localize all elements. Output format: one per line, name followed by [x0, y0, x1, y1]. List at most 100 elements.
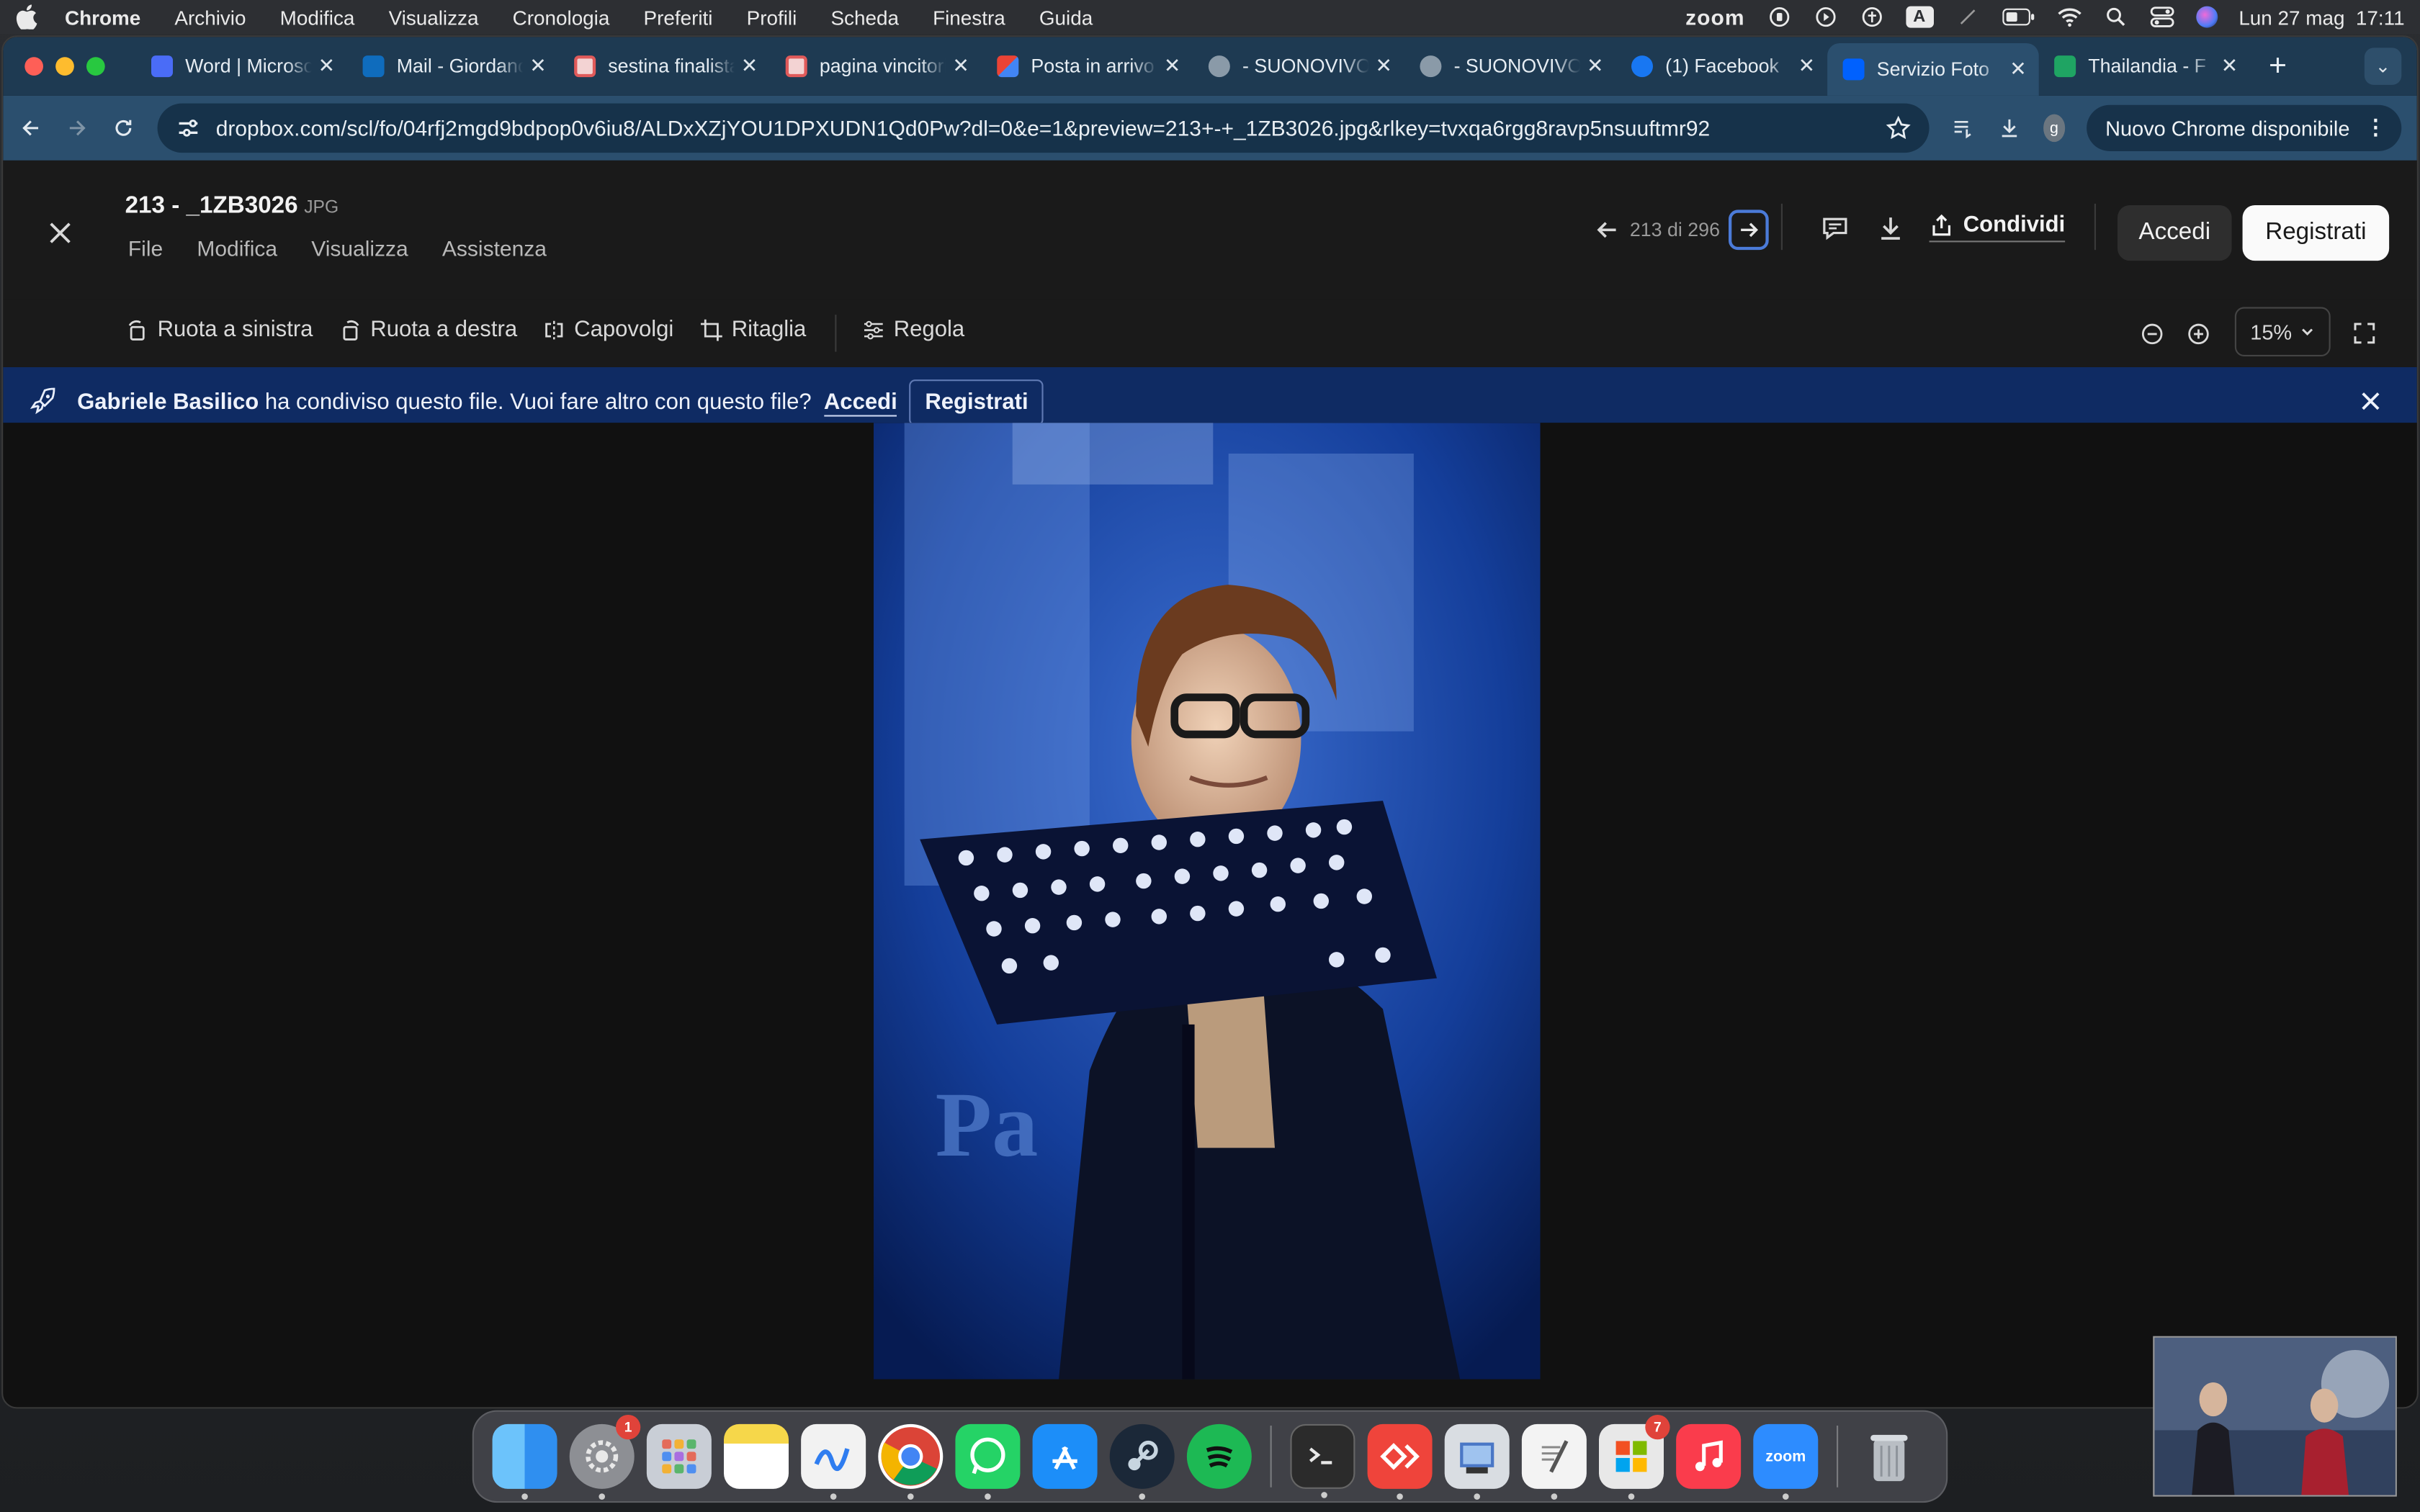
tab-search-chevron-icon[interactable]: ⌄ [2364, 48, 2402, 85]
dock-anydesk-icon[interactable] [1367, 1423, 1433, 1500]
menu-preferiti[interactable]: Preferiti [644, 6, 713, 29]
chrome-update-button[interactable]: Nuovo Chrome disponibile ⋮ [2087, 104, 2402, 151]
zoom-out-icon[interactable] [2141, 323, 2164, 346]
comment-icon[interactable] [1819, 213, 1850, 244]
play-icon[interactable] [1813, 6, 1837, 28]
spotlight-search-icon[interactable] [2103, 6, 2128, 28]
window-close-button[interactable] [24, 57, 43, 76]
tab-pagina-vincitori[interactable]: pagina vincitori ✕ [770, 43, 982, 89]
dock-textedit-icon[interactable] [1521, 1423, 1587, 1500]
dock-launchpad-icon[interactable] [646, 1423, 712, 1489]
tab-close-icon[interactable]: ✕ [741, 54, 758, 78]
tab-close-icon[interactable]: ✕ [2221, 54, 2238, 78]
next-file-button[interactable] [1729, 210, 1770, 251]
tab-close-icon[interactable]: ✕ [1375, 54, 1392, 78]
profile-avatar[interactable]: g [2043, 114, 2066, 143]
menu-chrome[interactable]: Chrome [65, 6, 140, 29]
tab-close-icon[interactable]: ✕ [318, 54, 335, 78]
new-tab-plus-icon[interactable]: + [2269, 49, 2287, 84]
address-bar[interactable]: dropbox.com/scl/fo/04rfj2mgd9bdpop0v6iu8… [157, 103, 1930, 153]
crop-button[interactable]: Ritaglia [700, 318, 806, 343]
tab-close-icon[interactable]: ✕ [2009, 57, 2026, 81]
menu-guida[interactable]: Guida [1039, 6, 1093, 29]
back-arrow-icon[interactable] [19, 112, 43, 143]
dock-freeform-icon[interactable] [801, 1423, 866, 1500]
zoom-select[interactable]: 15% [2234, 307, 2331, 356]
tab-mail[interactable]: Mail - Giordano ✕ [347, 43, 559, 89]
flip-button[interactable]: Capovolgi [543, 318, 673, 343]
rotate-right-button[interactable]: Ruota a destra [339, 318, 517, 343]
dock-microsoft-office-icon[interactable]: 7 [1599, 1414, 1670, 1500]
menu-modifica-viewer[interactable]: Modifica [197, 236, 277, 261]
siri-icon[interactable] [2195, 6, 2218, 28]
tab-sestina[interactable]: sestina finalista ✕ [559, 43, 771, 89]
zoom-in-icon[interactable] [2187, 323, 2210, 346]
reading-list-icon[interactable] [1950, 112, 1975, 143]
tab-close-icon[interactable]: ✕ [1164, 54, 1180, 78]
tab-dropbox-active[interactable]: Servizio Foto ✕ [1827, 43, 2039, 96]
banner-close-icon[interactable] [2358, 389, 2383, 413]
tab-word[interactable]: Word | Microsoft ✕ [136, 43, 348, 89]
dock-spotify-icon[interactable] [1186, 1423, 1252, 1489]
window-minimize-button[interactable] [55, 57, 74, 76]
circle-status-icon[interactable] [1767, 6, 1791, 28]
banner-login-link[interactable]: Accedi [823, 390, 897, 416]
share-button[interactable]: Condividi [1929, 213, 2066, 243]
dock-notes-icon[interactable] [723, 1423, 789, 1489]
wifi-icon[interactable] [2056, 6, 2081, 28]
site-settings-icon[interactable] [176, 116, 200, 140]
battery-icon[interactable] [2001, 6, 2035, 28]
dock-whatsapp-icon[interactable] [955, 1423, 1021, 1500]
kebab-menu-icon[interactable]: ⋮ [2365, 116, 2386, 140]
pen-slash-icon[interactable] [1955, 6, 1979, 28]
rotate-left-button[interactable]: Ruota a sinistra [127, 318, 313, 343]
tab-close-icon[interactable]: ✕ [1587, 54, 1603, 78]
dock-terminal-icon[interactable] [1290, 1423, 1355, 1498]
dock-chrome-icon[interactable] [878, 1423, 944, 1500]
accessibility-icon[interactable] [1859, 6, 1883, 28]
menubar-clock[interactable]: Lun 27 mag 17:11 [2238, 6, 2404, 29]
video-thumbnail[interactable] [2153, 1336, 2397, 1497]
banner-signup-button[interactable]: Registrati [909, 379, 1044, 426]
fullscreen-icon[interactable] [2352, 321, 2377, 346]
tab-close-icon[interactable]: ✕ [529, 54, 546, 78]
dock-music-icon[interactable] [1676, 1423, 1742, 1489]
dock-steam-icon[interactable] [1109, 1423, 1175, 1500]
tab-suonovivo-1[interactable]: - SUONOVIVO ✕ [1193, 43, 1404, 89]
menu-visualizza[interactable]: Visualizza [389, 6, 479, 29]
dock-trash-icon[interactable] [1857, 1424, 1922, 1489]
url-text[interactable]: dropbox.com/scl/fo/04rfj2mgd9bdpop0v6iu8… [216, 116, 1870, 140]
menu-file[interactable]: File [128, 236, 163, 261]
menu-modifica[interactable]: Modifica [280, 6, 355, 29]
adjust-button[interactable]: Regola [863, 318, 964, 343]
bookmark-star-icon[interactable] [1886, 115, 1911, 140]
tab-close-icon[interactable]: ✕ [1798, 54, 1815, 78]
tab-suonovivo-2[interactable]: - SUONOVIVO ✕ [1404, 43, 1616, 89]
tab-close-icon[interactable]: ✕ [952, 54, 969, 78]
forward-arrow-icon[interactable] [65, 112, 89, 143]
menu-archivio[interactable]: Archivio [174, 6, 246, 29]
dock-finder-icon[interactable] [492, 1423, 557, 1500]
menu-assistenza[interactable]: Assistenza [442, 236, 547, 261]
menu-finestra[interactable]: Finestra [933, 6, 1005, 29]
zoom-status-item[interactable]: zoom [1685, 4, 1745, 29]
dock-app-store-icon[interactable] [1032, 1423, 1098, 1489]
close-viewer-icon[interactable] [43, 216, 77, 250]
tab-sheets[interactable]: Thailandia - F ✕ [2039, 43, 2251, 89]
reload-icon[interactable] [111, 112, 135, 143]
previous-file-arrow-icon[interactable] [1592, 216, 1621, 244]
dock-preview-icon[interactable] [1444, 1423, 1510, 1500]
menu-scheda[interactable]: Scheda [830, 6, 898, 29]
menu-cronologia[interactable]: Cronologia [513, 6, 610, 29]
download-icon[interactable] [1876, 213, 1906, 244]
dock-system-settings-icon[interactable]: 1 [569, 1414, 641, 1500]
window-zoom-button[interactable] [86, 57, 105, 76]
menu-visualizza-viewer[interactable]: Visualizza [311, 236, 408, 261]
tab-facebook[interactable]: (1) Facebook ✕ [1616, 43, 1828, 89]
input-source-badge[interactable]: A [1905, 6, 1934, 28]
downloads-icon[interactable] [1996, 112, 2021, 143]
menu-profili[interactable]: Profili [747, 6, 797, 29]
tab-gmail[interactable]: Posta in arrivo ✕ [982, 43, 1193, 89]
signup-button[interactable]: Registrati [2242, 205, 2390, 261]
dock-zoom-icon[interactable]: zoom [1753, 1423, 1819, 1500]
